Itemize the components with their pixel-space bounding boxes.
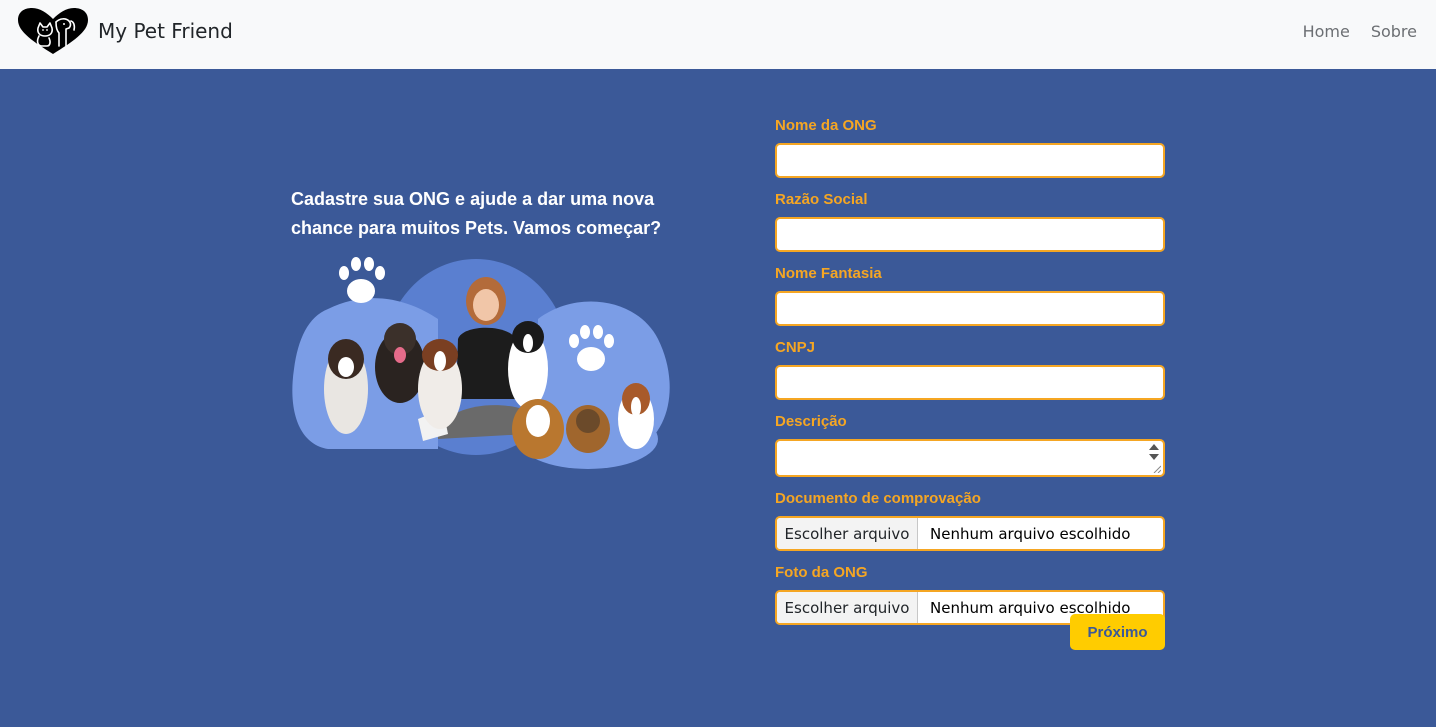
paw-icon xyxy=(339,257,385,303)
nome-fantasia-input[interactable] xyxy=(775,291,1165,326)
resize-grip-icon[interactable] xyxy=(1153,465,1161,473)
label-documento: Documento de comprovação xyxy=(775,490,981,507)
label-descricao: Descrição xyxy=(775,413,847,430)
label-nome-fantasia: Nome Fantasia xyxy=(775,265,882,282)
nav-links: Home Sobre xyxy=(1303,22,1417,41)
label-foto-ong: Foto da ONG xyxy=(775,564,868,581)
dog-left xyxy=(324,339,368,434)
spin-up-icon[interactable] xyxy=(1149,444,1159,450)
hero-text: Cadastre sua ONG e ajude a dar uma nova … xyxy=(291,189,662,238)
ong-registration-form: Nome da ONG Razão Social Nome Fantasia C… xyxy=(775,115,1165,636)
descricao-textarea[interactable] xyxy=(775,439,1165,477)
dog-beagle xyxy=(618,383,654,449)
documento-file-status: Nenhum arquivo escolhido xyxy=(930,524,1131,543)
pets-illustration xyxy=(292,257,670,469)
label-cnpj: CNPJ xyxy=(775,339,816,356)
dog-sheltie xyxy=(512,399,564,459)
nav-link-sobre[interactable]: Sobre xyxy=(1371,22,1417,41)
label-razao-social: Razão Social xyxy=(775,191,868,208)
navbar: My Pet Friend Home Sobre xyxy=(0,0,1436,69)
razao-social-input[interactable] xyxy=(775,217,1165,252)
main-content: Cadastre sua ONG e ajude a dar uma nova … xyxy=(0,69,1436,727)
dog-border-collie xyxy=(508,321,548,409)
nav-link-home[interactable]: Home xyxy=(1303,22,1350,41)
foto-choose-file-button[interactable]: Escolher arquivo xyxy=(777,592,918,623)
textarea-spinner-icon[interactable] xyxy=(1149,444,1159,460)
brand-logo-icon xyxy=(18,8,88,54)
next-button[interactable]: Próximo xyxy=(1070,614,1165,650)
dog-terrier xyxy=(566,405,610,453)
nome-ong-input[interactable] xyxy=(775,143,1165,178)
label-nome-ong: Nome da ONG xyxy=(775,117,877,134)
spin-down-icon[interactable] xyxy=(1149,454,1159,460)
documento-choose-file-button[interactable]: Escolher arquivo xyxy=(777,518,918,549)
documento-file-input[interactable]: Escolher arquivo Nenhum arquivo escolhid… xyxy=(775,516,1165,551)
brand-name: My Pet Friend xyxy=(98,19,233,43)
dog-papillon xyxy=(418,339,462,429)
cnpj-input[interactable] xyxy=(775,365,1165,400)
brand-link[interactable]: My Pet Friend xyxy=(14,6,233,56)
